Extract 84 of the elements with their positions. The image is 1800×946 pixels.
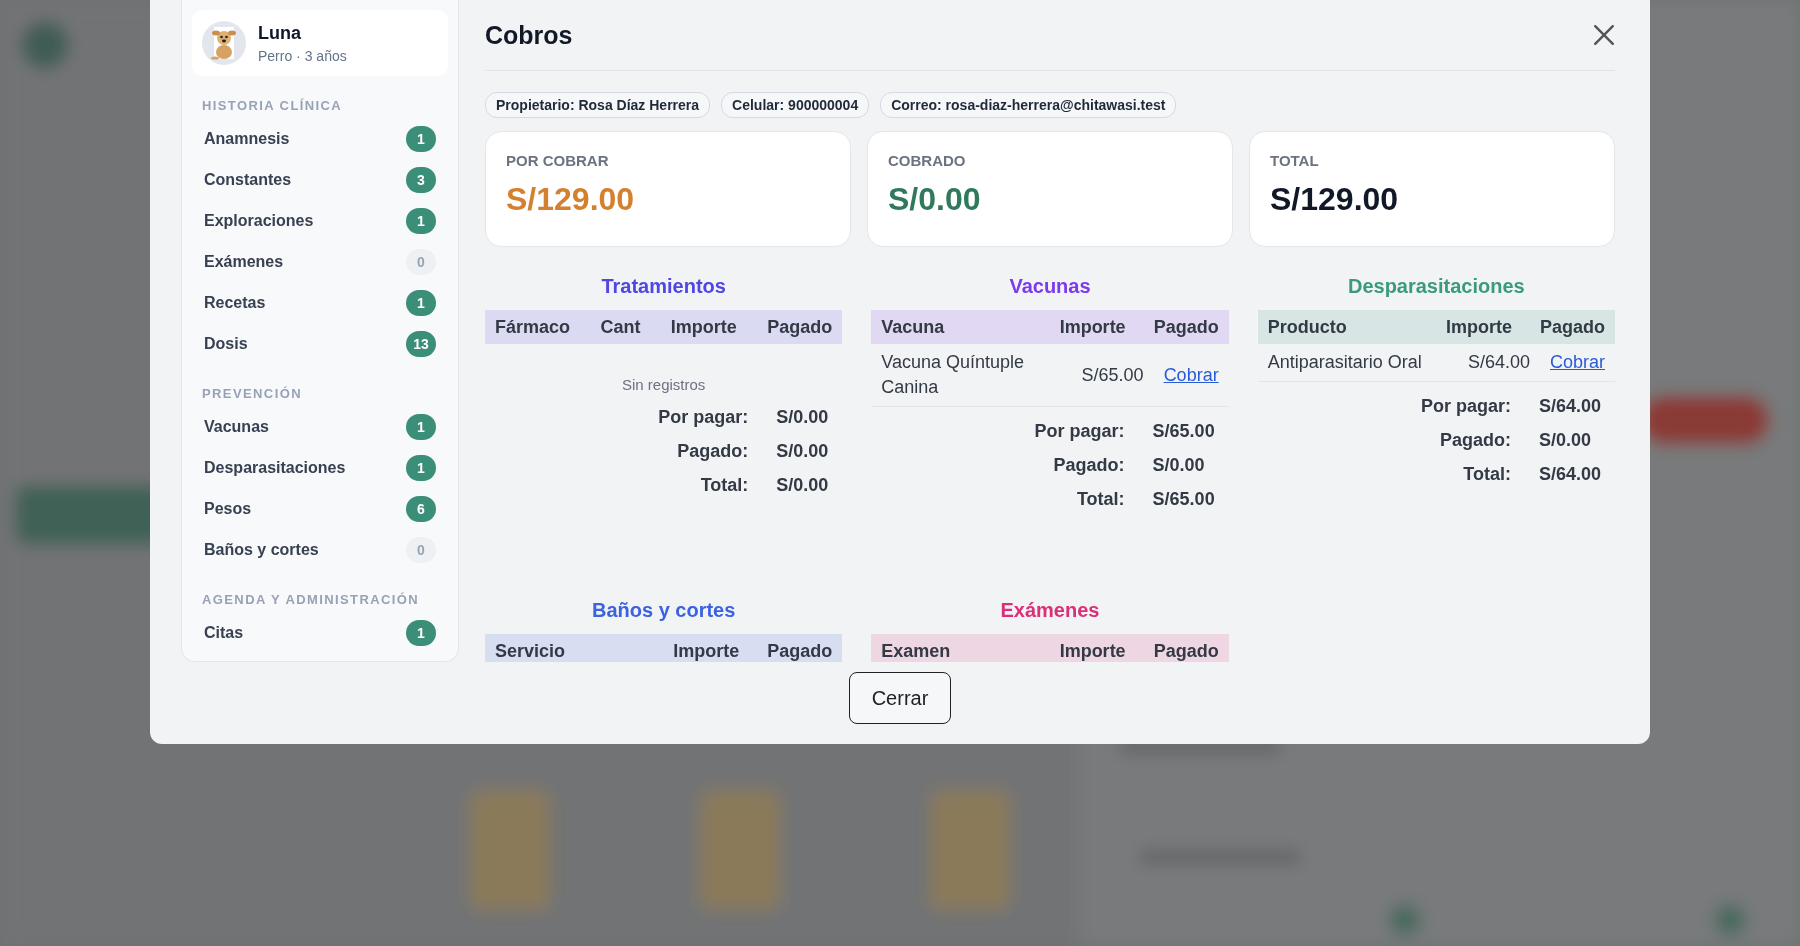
sidebar-item[interactable]: Pesos 6 [192, 488, 448, 529]
column-header: Importe [1059, 640, 1126, 662]
total-label: Pagado: [676, 441, 749, 462]
sidebar-item[interactable]: Dosis 13 [192, 323, 448, 364]
info-chip: Propietario: Rosa Díaz Herrera [485, 92, 711, 118]
count-badge: 1 [406, 413, 436, 440]
charge-link[interactable]: Cobrar [1163, 364, 1219, 385]
column-header: Pagado [1540, 316, 1605, 338]
total-label: Total: [1075, 489, 1125, 510]
total-value: S/0.00 [776, 475, 829, 496]
column-header: Importe [670, 316, 737, 338]
count-badge: 13 [406, 330, 436, 357]
dialog-title: Cobros [485, 20, 573, 50]
card-amount: S/129.00 [1270, 181, 1400, 218]
table-cell: Antiparasitario Oral [1267, 352, 1422, 372]
total-value: S/64.00 [1538, 464, 1601, 485]
card-label: POR COBRAR [506, 152, 610, 169]
total-label: Por pagar: [657, 407, 749, 428]
total-label: Por pagar: [1033, 421, 1125, 442]
card-amount: S/0.00 [888, 181, 982, 218]
sidebar-item[interactable]: Recetas 1 [192, 282, 448, 323]
column-header: Fármaco [495, 316, 571, 338]
column-header: Examen [881, 640, 952, 662]
column-header: Vacuna [881, 316, 946, 338]
total-value: S/0.00 [776, 407, 829, 428]
count-badge: 0 [406, 536, 436, 563]
empty-message: Sin registros [620, 376, 707, 393]
table-cell: S/64.00 [1467, 352, 1530, 372]
section-title: Exámenes [999, 599, 1101, 622]
total-label: Por pagar: [1419, 396, 1511, 417]
count-badge: 1 [406, 289, 436, 316]
table-cell: Vacuna Quíntuple Canina [881, 352, 1025, 397]
sidebar-item[interactable]: Constantes 3 [192, 159, 448, 200]
count-badge: 6 [406, 495, 436, 522]
info-chip: Correo: rosa-diaz-herrera@chitawasi.test [880, 92, 1177, 118]
section-title: Baños y cortes [590, 599, 737, 622]
column-header: Importe [673, 640, 740, 662]
column-header: Pagado [767, 316, 833, 338]
column-header: Importe [1059, 316, 1126, 338]
count-badge: 1 [406, 125, 436, 152]
sidebar-item[interactable]: Baños y cortes 0 [192, 529, 448, 570]
table-cell: S/65.00 [1081, 364, 1144, 385]
close-button[interactable]: Cerrar [849, 672, 951, 724]
section-title: Tratamientos [600, 275, 727, 298]
patient-name: Luna [258, 22, 302, 44]
section-title: Desparasitaciones [1346, 275, 1526, 298]
total-label: Pagado: [1438, 430, 1511, 451]
card-label: TOTAL [1270, 152, 1320, 169]
section-heading: HISTORIA CLÍNICA [202, 98, 344, 113]
count-badge: 3 [406, 166, 436, 193]
section-heading: AGENDA Y ADMINISTRACIÓN [202, 592, 421, 607]
info-chip: Celular: 900000004 [721, 92, 870, 118]
sidebar-item[interactable]: Exámenes 0 [192, 241, 448, 282]
patient-details: Perro · 3 años [258, 47, 347, 64]
section-heading: PREVENCIÓN [202, 386, 303, 401]
section-title: Vacunas [1008, 275, 1092, 298]
card-label: COBRADO [888, 152, 967, 169]
count-badge: 1 [406, 619, 436, 646]
sidebar-item[interactable]: Desparasitaciones 1 [192, 447, 448, 488]
sidebar-item[interactable]: Vacunas 1 [192, 406, 448, 447]
column-header: Producto [1267, 316, 1348, 338]
total-label: Total: [1462, 464, 1511, 485]
card-amount: S/129.00 [506, 181, 636, 218]
sidebar-item[interactable]: Citas 1 [192, 612, 448, 653]
column-header: Pagado [767, 640, 833, 662]
total-value: S/65.00 [1152, 421, 1215, 442]
total-value: S/0.00 [1152, 455, 1206, 476]
column-header: Servicio [495, 640, 567, 662]
count-badge: 1 [406, 207, 436, 234]
total-value: S/0.00 [776, 441, 829, 462]
column-header: Pagado [1153, 640, 1219, 662]
total-label: Pagado: [1052, 455, 1125, 476]
column-header: Cant [600, 316, 641, 338]
charge-link[interactable]: Cobrar [1549, 352, 1605, 372]
total-label: Total: [699, 475, 749, 496]
column-header: Pagado [1153, 316, 1219, 338]
total-value: S/65.00 [1152, 489, 1215, 510]
sidebar-item[interactable]: Anamnesis 1 [192, 118, 448, 159]
sidebar-item[interactable]: Exploraciones 1 [192, 200, 448, 241]
column-header: Importe [1445, 316, 1512, 338]
count-badge: 0 [406, 248, 436, 275]
total-value: S/64.00 [1538, 396, 1601, 417]
total-value: S/0.00 [1538, 430, 1592, 451]
count-badge: 1 [406, 454, 436, 481]
